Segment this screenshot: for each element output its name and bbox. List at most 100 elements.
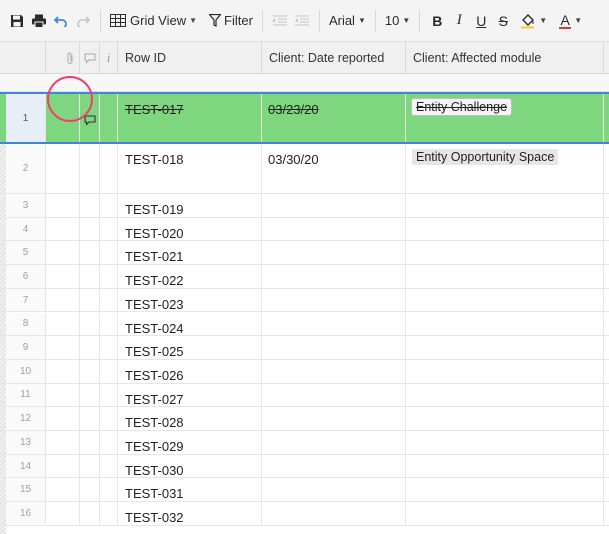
row-number[interactable]: 15: [6, 478, 46, 502]
grid-cell[interactable]: [406, 336, 604, 359]
row-number[interactable]: 3: [6, 194, 46, 217]
grid-cell[interactable]: [100, 288, 118, 312]
grid-cell[interactable]: [46, 194, 80, 217]
grid-cell[interactable]: [406, 454, 604, 478]
row-number[interactable]: 10: [6, 359, 46, 383]
redo-icon[interactable]: [72, 8, 94, 34]
grid-cell[interactable]: [262, 359, 406, 383]
affected-module-tag[interactable]: Entity Opportunity Space: [412, 149, 559, 165]
grid-cell[interactable]: [100, 144, 118, 193]
grid-cell[interactable]: [406, 502, 604, 525]
row-number[interactable]: 11: [6, 383, 46, 407]
row-number[interactable]: 12: [6, 407, 46, 430]
attachments-column-header[interactable]: [46, 42, 80, 74]
table-row[interactable]: 5 TEST-021: [0, 241, 609, 266]
grid-cell[interactable]: [406, 241, 604, 265]
table-row[interactable]: 11 TEST-027: [0, 383, 609, 408]
grid-cell[interactable]: [262, 454, 406, 478]
column-header-date-reported[interactable]: Client: Date reported: [262, 42, 406, 74]
grid-cell[interactable]: [262, 288, 406, 312]
grid-cell[interactable]: [80, 194, 100, 217]
grid-cell[interactable]: [80, 241, 100, 265]
grid-cell[interactable]: [406, 312, 604, 336]
grid-cell[interactable]: [406, 194, 604, 217]
column-header-row-id[interactable]: Row ID: [118, 42, 262, 74]
grid-cell[interactable]: [406, 383, 604, 407]
grid-cell[interactable]: [100, 94, 118, 142]
undo-icon[interactable]: [50, 8, 72, 34]
grid-cell[interactable]: [80, 217, 100, 241]
grid-cell[interactable]: [100, 359, 118, 383]
grid-cell[interactable]: [262, 241, 406, 265]
table-row[interactable]: 2 TEST-018 03/30/20 Entity Opportunity Spac…: [0, 144, 609, 194]
grid-cell[interactable]: [100, 217, 118, 241]
column-header-affected-module[interactable]: Client: Affected module: [406, 42, 604, 74]
grid-cell[interactable]: [100, 478, 118, 502]
table-row[interactable]: 3 TEST-019: [0, 194, 609, 218]
grid-cell[interactable]: [100, 407, 118, 430]
grid-cell[interactable]: [80, 312, 100, 336]
grid-cell[interactable]: [100, 194, 118, 217]
grid-cell[interactable]: [46, 407, 80, 430]
outdent-icon[interactable]: [269, 8, 291, 34]
grid-cell[interactable]: [46, 312, 80, 336]
grid-cell[interactable]: [100, 265, 118, 288]
grid-cell[interactable]: [80, 336, 100, 359]
grid-cell[interactable]: [262, 407, 406, 430]
grid-cell[interactable]: [406, 359, 604, 383]
table-row[interactable]: 15 TEST-031: [0, 478, 609, 503]
grid-cell[interactable]: [80, 454, 100, 478]
underline-button[interactable]: U: [470, 8, 492, 34]
grid-cell[interactable]: [46, 431, 80, 454]
affected-module-tag[interactable]: Entity Challenge: [412, 99, 512, 115]
table-row[interactable]: 14 TEST-030: [0, 454, 609, 479]
grid-cell[interactable]: [80, 144, 100, 193]
row-number[interactable]: 5: [6, 241, 46, 265]
grid-cell[interactable]: [80, 502, 100, 525]
save-icon[interactable]: [6, 8, 28, 34]
table-row[interactable]: 4 TEST-020: [0, 217, 609, 242]
font-size-select[interactable]: 10 ▼: [382, 8, 413, 34]
grid-cell[interactable]: [80, 359, 100, 383]
grid-cell[interactable]: [406, 265, 604, 288]
comment-icon[interactable]: [84, 114, 96, 129]
grid-cell[interactable]: [46, 217, 80, 241]
grid-cell[interactable]: [406, 217, 604, 241]
grid-cell[interactable]: [100, 454, 118, 478]
row-number[interactable]: 1: [6, 94, 46, 142]
row-number[interactable]: 9: [6, 336, 46, 359]
row-number[interactable]: 2: [6, 144, 46, 193]
grid-cell[interactable]: [100, 241, 118, 265]
grid-cell[interactable]: [80, 407, 100, 430]
text-color-button[interactable]: A ▼: [556, 8, 585, 34]
grid-cell[interactable]: [406, 288, 604, 312]
table-row[interactable]: 12 TEST-028: [0, 407, 609, 431]
indent-icon[interactable]: [291, 8, 313, 34]
table-row[interactable]: 6 TEST-022: [0, 265, 609, 289]
grid-cell[interactable]: [100, 312, 118, 336]
grid-cell[interactable]: [262, 312, 406, 336]
table-row[interactable]: 9 TEST-025: [0, 336, 609, 360]
comments-column-header[interactable]: [80, 42, 100, 74]
grid-cell[interactable]: [406, 478, 604, 502]
grid-cell[interactable]: [100, 431, 118, 454]
font-family-select[interactable]: Arial ▼: [326, 8, 369, 34]
grid-cell[interactable]: [46, 359, 80, 383]
grid-cell[interactable]: [80, 383, 100, 407]
filter-button[interactable]: Filter: [206, 8, 256, 34]
grid-cell[interactable]: [262, 217, 406, 241]
grid-cell[interactable]: [80, 288, 100, 312]
grid-cell[interactable]: [46, 241, 80, 265]
fill-color-button[interactable]: ▼: [517, 8, 550, 34]
grid-cell[interactable]: [46, 288, 80, 312]
row-number[interactable]: 4: [6, 217, 46, 241]
row-number[interactable]: 16: [6, 502, 46, 525]
italic-button[interactable]: I: [448, 8, 470, 34]
grid-cell[interactable]: [262, 502, 406, 525]
grid-cell[interactable]: [262, 431, 406, 454]
grid-cell[interactable]: [262, 383, 406, 407]
grid-cell[interactable]: [80, 265, 100, 288]
table-row[interactable]: 13 TEST-029: [0, 431, 609, 455]
row-number[interactable]: 8: [6, 312, 46, 336]
grid-cell[interactable]: [46, 265, 80, 288]
